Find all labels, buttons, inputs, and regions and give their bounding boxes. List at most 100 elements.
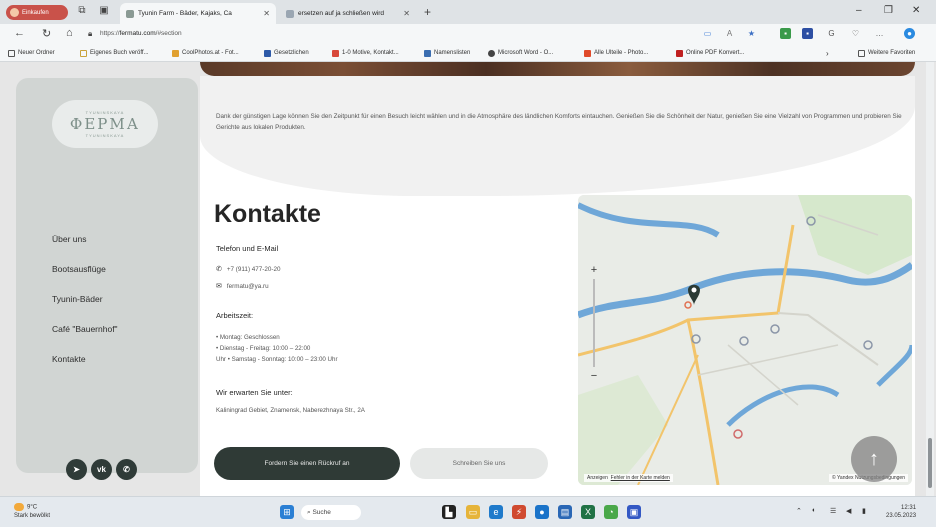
favorite-item[interactable]: Eigenes Buch veröff... [80, 48, 149, 58]
profile-button[interactable]: Einkaufen [6, 5, 68, 20]
weather-widget[interactable]: 9°C Stark bewölkt [14, 503, 50, 520]
more-icon[interactable]: … [874, 28, 885, 39]
nav-link-boat-trips[interactable]: Bootsausflüge [52, 264, 118, 294]
profile-label: Einkaufen [22, 9, 49, 16]
task-view-icon[interactable]: ▙ [442, 505, 456, 519]
file-explorer-icon[interactable]: ▭ [466, 505, 480, 519]
workspaces-icon[interactable]: ⧉ [76, 5, 88, 17]
favorite-item[interactable]: Online PDF Konvert... [676, 48, 744, 58]
site-icon [488, 49, 495, 57]
map-zoom-control: + − [587, 263, 601, 383]
url-field[interactable]: https://fermatu.com/#section [100, 27, 182, 41]
refresh-extension-icon[interactable]: G [826, 28, 837, 39]
zoom-icon[interactable]: A [724, 28, 735, 39]
telegram-icon[interactable]: ➤ [66, 459, 87, 480]
taskbar-search[interactable]: ⌕ Suche [301, 505, 361, 520]
extension-blue-icon[interactable]: ▪ [802, 28, 813, 39]
app-icon[interactable]: ⚡︎ [512, 505, 526, 519]
zoom-in-icon[interactable]: + [587, 263, 601, 277]
nav-link-cafe[interactable]: Café "Bauernhof" [52, 324, 118, 354]
page-icon [80, 49, 87, 57]
nav-link-about[interactable]: Über uns [52, 234, 118, 264]
speaker-icon[interactable]: ◀ [846, 507, 851, 515]
excel-icon[interactable]: X [581, 505, 595, 519]
vk-icon[interactable]: vk [91, 459, 112, 480]
tab-tyunin-farm[interactable]: Tyunin Farm - Bäder, Kajaks, Ca ✕ [120, 3, 276, 24]
mail-icon: ✉ [216, 283, 222, 290]
battery-icon[interactable]: ▮ [862, 507, 866, 515]
back-icon[interactable]: ← [14, 27, 25, 39]
favorite-label: Weitere Favoriten [868, 50, 916, 56]
weather-icon [14, 503, 24, 511]
hours-line: Uhr • Samstag - Sonntag: 10:00 – 23:00 U… [216, 356, 338, 363]
whatsapp-icon[interactable]: ✆ [116, 459, 137, 480]
url-domain: fermatu.com [119, 30, 156, 37]
nav-link-baths[interactable]: Tyunin-Bäder [52, 294, 118, 324]
logo-sub-text: TYUNINSKAYA [85, 133, 125, 138]
favorite-star-icon[interactable]: ★ [746, 28, 757, 39]
zoom-slider[interactable] [593, 279, 595, 367]
favorite-label: Neuer Ordner [18, 50, 55, 56]
chevron-right-icon[interactable]: › [826, 48, 829, 58]
other-favorites[interactable]: Weitere Favoriten [858, 48, 915, 58]
phone-number[interactable]: +7 (911) 477-20-20 [227, 266, 281, 273]
new-tab-button[interactable]: + [424, 5, 431, 19]
copilot-icon[interactable]: ● [904, 28, 915, 39]
close-tab-icon[interactable]: ✕ [399, 9, 410, 18]
favorite-item[interactable]: CoolPhotos.at - Fot... [172, 48, 239, 58]
logo[interactable]: TYUNINSKAYA ФЕРМА TYUNINSKAYA [52, 100, 158, 148]
favorite-label: Namenslisten [434, 50, 471, 56]
close-window-icon[interactable]: ✕ [912, 5, 920, 16]
favorite-item[interactable]: 1-0 Motive, Kontakt... [332, 48, 399, 58]
favorite-item[interactable]: Microsoft Word - O... [488, 48, 553, 58]
tab-second[interactable]: ersetzen auf ja schließen wird ✕ [280, 3, 416, 24]
favorite-item[interactable]: Neuer Ordner [8, 48, 55, 58]
favorite-item[interactable]: Alle Ulteile - Photo... [584, 48, 648, 58]
minimize-icon[interactable]: – [856, 5, 862, 16]
request-callback-button[interactable]: Fordern Sie einen Rückruf an [214, 447, 400, 480]
profile-avatar [10, 8, 19, 17]
social-links: ➤ vk ✆ [66, 459, 137, 480]
favorite-label: 1-0 Motive, Kontakt... [342, 50, 399, 56]
extension-green-icon[interactable]: ▪ [780, 28, 791, 39]
scrollbar-thumb[interactable] [928, 438, 932, 488]
collections-icon[interactable]: ♡ [850, 28, 861, 39]
page-scrollbar[interactable] [926, 62, 934, 496]
map-ads-label: Anzeigen [587, 475, 608, 481]
tray-app-icon[interactable]: ◐ [812, 507, 816, 514]
favorite-item[interactable]: Namenslisten [424, 48, 470, 58]
tab-title: Tyunin Farm - Bäder, Kajaks, Ca [138, 10, 232, 17]
scroll-to-top-button[interactable]: ↑ [851, 436, 897, 482]
tab-actions-icon[interactable]: ▣ [98, 5, 110, 17]
close-tab-icon[interactable]: ✕ [259, 9, 270, 18]
favorite-label: Alle Ulteile - Photo... [594, 50, 649, 56]
tray-chevron-icon[interactable]: ⌃ [796, 507, 802, 515]
favorite-label: CoolPhotos.at - Fot... [182, 50, 239, 56]
windows-start-icon[interactable]: ⊞ [280, 505, 294, 519]
edge-icon[interactable]: e [489, 505, 503, 519]
map-report-link[interactable]: Fehler in der Karte melden [611, 475, 670, 481]
app-icon[interactable]: ● [535, 505, 549, 519]
opening-hours: • Montag: Geschlossen • Dienstag - Freit… [216, 332, 338, 365]
taskbar-clock[interactable]: 12:31 23.05.2023 [886, 504, 916, 520]
favorites-bar: Neuer Ordner Eigenes Buch veröff... Cool… [0, 44, 936, 62]
home-icon[interactable]: ⌂ [66, 27, 73, 39]
favorite-item[interactable]: Gesetzlichen [264, 48, 309, 58]
app-icon[interactable]: ◔ [604, 505, 618, 519]
nav-link-contacts[interactable]: Kontakte [52, 354, 118, 384]
app-icon[interactable]: ▤ [558, 505, 572, 519]
weather-desc: Stark bewölkt [14, 512, 51, 519]
app-icon[interactable]: ▣ [627, 505, 641, 519]
wifi-icon[interactable]: ☰ [830, 507, 836, 515]
url-prefix: https:// [100, 30, 120, 37]
maximize-icon[interactable]: ❐ [884, 5, 893, 16]
email-address[interactable]: fermatu@ya.ru [227, 283, 269, 290]
reload-icon[interactable]: ↻ [42, 27, 51, 40]
clock-time: 12:31 [901, 505, 917, 511]
read-aloud-icon[interactable]: ▭ [702, 28, 713, 39]
taskbar-search-label: Suche [312, 509, 331, 516]
sidebar-nav: Über uns Bootsausflüge Tyunin-Bäder Café… [52, 234, 118, 384]
clock-date: 23.05.2023 [886, 513, 917, 519]
write-us-button[interactable]: Schreiben Sie uns [410, 448, 548, 479]
zoom-out-icon[interactable]: − [587, 369, 601, 383]
